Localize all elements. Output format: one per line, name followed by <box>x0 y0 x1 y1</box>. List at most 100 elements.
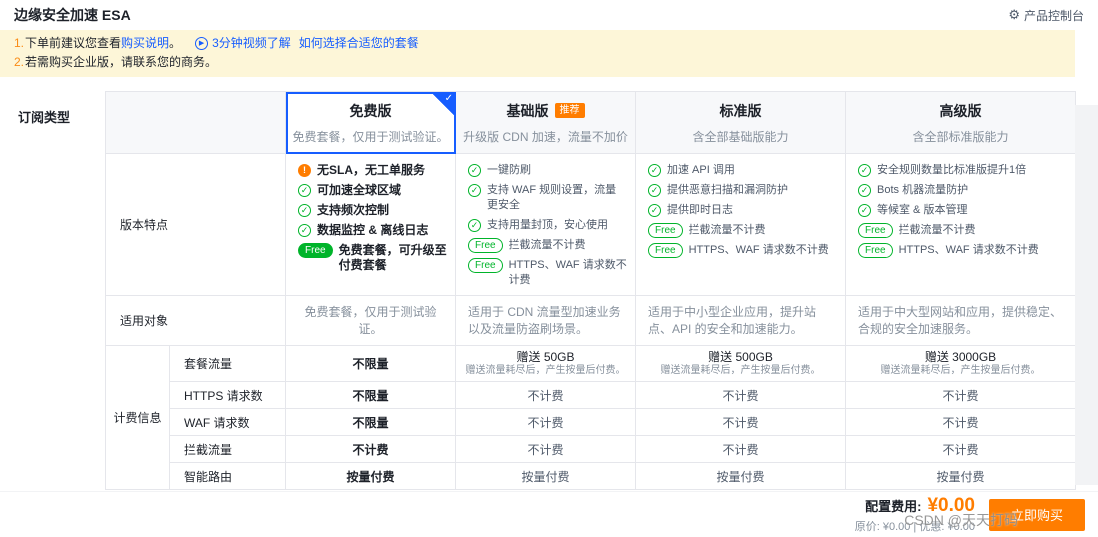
features-row: 版本特点 ! 无SLA，无工单服务 ✓ 可加速全球区域 ✓ 支持频次控制 ✓ 数… <box>105 153 1076 296</box>
top-bar: 边缘安全加速 ESA ⚙ 产品控制台 <box>0 0 1098 30</box>
feature-item: Free 免费套餐，可升级至付费套餐 <box>298 243 447 273</box>
warning-icon: ! <box>298 164 311 177</box>
features-basic: ✓ 一键防刷 ✓ 支持 WAF 规则设置，流量更安全 ✓ 支持用量封顶，安心使用… <box>455 153 636 296</box>
feature-item: Free HTTPS、WAF 请求数不计费 <box>858 243 1067 258</box>
plan-subtitle: 含全部标准版能力 <box>912 129 1009 144</box>
notice-number: 1. <box>14 36 25 50</box>
fee-detail: 原价: ¥0.00 | 优惠: ¥0.00 <box>854 521 975 533</box>
feature-item: ✓ 数据监控 & 离线日志 <box>298 223 447 238</box>
feature-item: Free HTTPS、WAF 请求数不计费 <box>648 243 837 258</box>
feature-item: ✓ 提供即时日志 <box>648 203 837 218</box>
plan-card-free[interactable]: ✓ 免费版 免费套餐，仅用于测试验证。 <box>285 91 456 154</box>
billing-traffic-premium: 赠送 3000GB 赠送流量耗尽后，产生按量后付费。 <box>845 345 1076 382</box>
free-badge: Free <box>648 223 683 238</box>
check-icon: ✓ <box>858 184 871 197</box>
billing-row-block: 拦截流量 不计费 不计费 不计费 不计费 <box>106 435 1076 463</box>
fee-value: ¥0.00 <box>927 495 975 516</box>
free-badge: Free <box>858 243 893 258</box>
feature-item: Free 拦截流量不计费 <box>468 238 627 253</box>
billing-row-routing: 智能路由 按量付费 按量付费 按量付费 按量付费 <box>106 462 1076 490</box>
audience-standard: 适用于中小型企业应用，提升站点、API 的安全和加速能力。 <box>635 295 846 346</box>
check-icon: ✓ <box>298 204 311 217</box>
billing-routing-basic: 按量付费 <box>455 462 636 490</box>
billing-routing-premium: 按量付费 <box>845 462 1076 490</box>
free-badge: Free <box>468 238 503 253</box>
audience-row-label: 适用对象 <box>105 295 286 346</box>
bottom-bar: 配置费用: ¥0.00 原价: ¥0.00 | 优惠: ¥0.00 立即购买 C… <box>0 491 1098 537</box>
free-badge: Free <box>648 243 683 258</box>
features-row-label: 版本特点 <box>105 153 286 296</box>
billing-row-label: 智能路由 <box>169 462 286 490</box>
fee-summary: 配置费用: ¥0.00 原价: ¥0.00 | 优惠: ¥0.00 <box>855 495 975 534</box>
check-icon: ✓ <box>648 204 661 217</box>
check-icon: ✓ <box>648 164 661 177</box>
billing-routing-free: 按量付费 <box>285 462 456 490</box>
features-free: ! 无SLA，无工单服务 ✓ 可加速全球区域 ✓ 支持频次控制 ✓ 数据监控 &… <box>285 153 456 296</box>
billing-waf-premium: 不计费 <box>845 408 1076 436</box>
billing-block-premium: 不计费 <box>845 435 1076 463</box>
plan-card-basic[interactable]: 基础版 推荐 升级版 CDN 加速，流量不加价 <box>455 91 636 154</box>
plan-selection-area: 订阅类型 ✓ 免费版 免费套餐，仅用于测试验证。 基础版 推荐 升级版 CDN … <box>0 91 1098 490</box>
feature-item: ✓ 一键防刷 <box>468 163 627 178</box>
feature-item: Free 拦截流量不计费 <box>858 223 1067 238</box>
check-icon: ✓ <box>858 204 871 217</box>
billing-routing-standard: 按量付费 <box>635 462 846 490</box>
plan-name: 高级版 <box>939 102 982 119</box>
product-console-link[interactable]: ⚙ 产品控制台 <box>1008 7 1084 24</box>
billing-row-label: 拦截流量 <box>169 435 286 463</box>
feature-item: ✓ 支持 WAF 规则设置，流量更安全 <box>468 183 627 213</box>
feature-item: ✓ 支持频次控制 <box>298 203 447 218</box>
recommend-badge: 推荐 <box>554 103 585 118</box>
free-badge: Free <box>298 243 333 258</box>
billing-https-free: 不限量 <box>285 381 456 409</box>
billing-block-basic: 不计费 <box>455 435 636 463</box>
notice-line-2: 2. 若需购买企业版，请联系您的商务。 <box>14 53 1061 72</box>
play-video-icon[interactable]: ▶ <box>195 37 209 50</box>
billing-block-standard: 不计费 <box>635 435 846 463</box>
notice-period: 。 <box>169 36 182 50</box>
billing-row-label: HTTPS 请求数 <box>169 381 286 409</box>
check-icon: ✓ <box>298 184 311 197</box>
feature-item: Free HTTPS、WAF 请求数不计费 <box>468 258 627 288</box>
audience-free: 免费套餐，仅用于测试验证。 <box>285 295 456 346</box>
selected-corner: ✓ <box>431 92 455 116</box>
feature-item: ✓ 安全规则数量比标准版提升1倍 <box>858 163 1067 178</box>
feature-item: ✓ Bots 机器流量防护 <box>858 183 1067 198</box>
billing-row-label: 套餐流量 <box>169 345 286 382</box>
billing-waf-basic: 不计费 <box>455 408 636 436</box>
purchase-guide-link[interactable]: 购买说明 <box>121 34 169 53</box>
free-badge: Free <box>858 223 893 238</box>
plan-subtitle: 升级版 CDN 加速，流量不加价 <box>463 129 628 144</box>
feature-item: ✓ 提供恶意扫描和漏洞防护 <box>648 183 837 198</box>
billing-row-label: WAF 请求数 <box>169 408 286 436</box>
plans-table: ✓ 免费版 免费套餐，仅用于测试验证。 基础版 推荐 升级版 CDN 加速，流量… <box>105 91 1076 490</box>
check-icon: ✓ <box>648 184 661 197</box>
feature-item: ✓ 等候室 & 版本管理 <box>858 203 1067 218</box>
features-standard: ✓ 加速 API 调用 ✓ 提供恶意扫描和漏洞防护 ✓ 提供即时日志 Free … <box>635 153 846 296</box>
product-console-label: 产品控制台 <box>1023 8 1084 23</box>
billing-https-standard: 不计费 <box>635 381 846 409</box>
feature-item: Free 拦截流量不计费 <box>648 223 837 238</box>
choose-plan-link[interactable]: 如何选择合适您的套餐 <box>299 34 419 53</box>
features-premium: ✓ 安全规则数量比标准版提升1倍 ✓ Bots 机器流量防护 ✓ 等候室 & 版… <box>845 153 1076 296</box>
plan-card-premium[interactable]: 高级版 含全部标准版能力 <box>845 91 1076 154</box>
billing-waf-standard: 不计费 <box>635 408 846 436</box>
billing-traffic-free: 不限量 <box>285 345 456 382</box>
check-icon: ✓ <box>468 219 481 232</box>
billing-group-label: 计费信息 <box>105 345 170 490</box>
billing-row-waf: WAF 请求数 不限量 不计费 不计费 不计费 <box>106 408 1076 436</box>
gear-icon: ⚙ <box>1008 7 1020 22</box>
video-intro-link[interactable]: 3分钟视频了解 <box>212 34 291 53</box>
audience-basic: 适用于 CDN 流量型加速业务以及流量防盗刷场景。 <box>455 295 636 346</box>
notice-banner: 1. 下单前建议您查看 购买说明 。 ▶ 3分钟视频了解 如何选择合适您的套餐 … <box>0 30 1075 77</box>
billing-row-https: HTTPS 请求数 不限量 不计费 不计费 不计费 <box>106 381 1076 409</box>
scroll-gutter <box>1075 105 1098 485</box>
subscription-type-label: 订阅类型 <box>18 110 71 125</box>
plan-subtitle: 含全部基础版能力 <box>692 129 789 144</box>
plan-card-standard[interactable]: 标准版 含全部基础版能力 <box>635 91 846 154</box>
audience-premium: 适用于中大型网站和应用，提供稳定、合规的安全加速服务。 <box>845 295 1076 346</box>
selected-check-icon: ✓ <box>444 93 453 104</box>
check-icon: ✓ <box>858 164 871 177</box>
buy-now-button[interactable]: 立即购买 <box>988 498 1085 531</box>
free-badge: Free <box>468 258 503 273</box>
